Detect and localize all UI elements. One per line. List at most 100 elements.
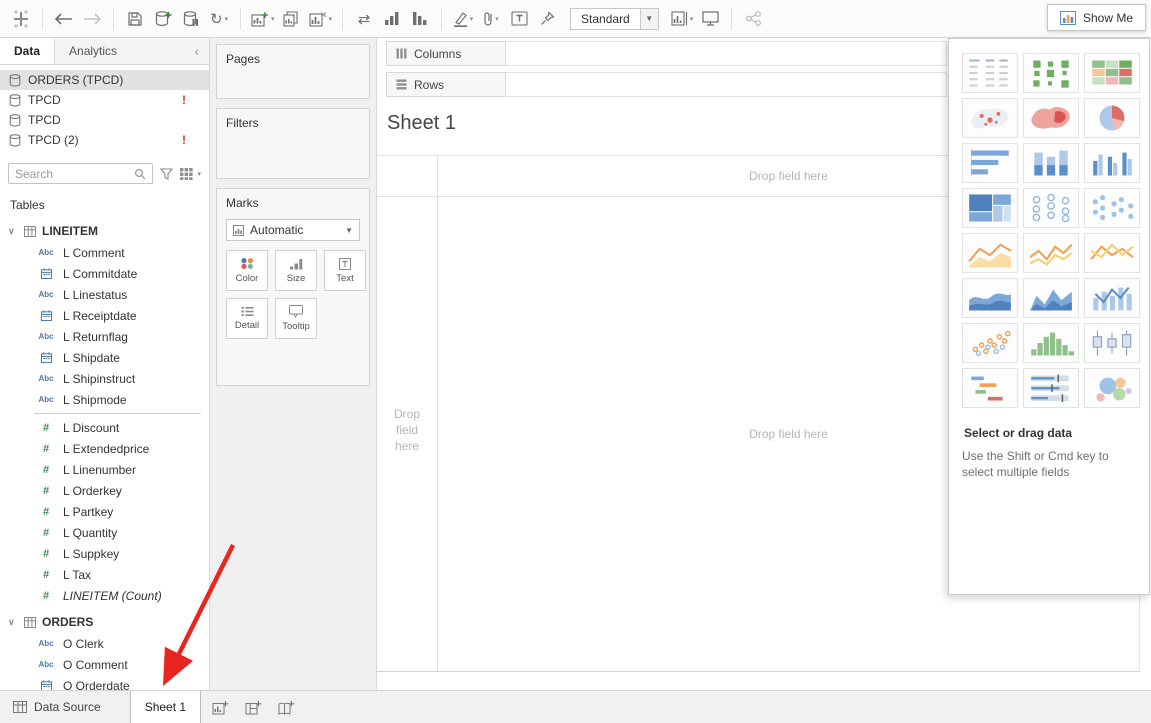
- date-field-icon: [34, 680, 58, 690]
- redo-button[interactable]: [79, 6, 105, 32]
- field-item[interactable]: O Orderdate: [0, 675, 209, 690]
- show-me-symbol-map[interactable]: [962, 98, 1018, 138]
- field-item[interactable]: AbcL Shipinstruct: [0, 368, 209, 389]
- show-me-pie-chart[interactable]: [1084, 98, 1140, 138]
- group-members-button[interactable]: ▾: [478, 6, 504, 32]
- show-me-packed-bubbles[interactable]: [1084, 368, 1140, 408]
- show-me-lines-continuous[interactable]: [962, 233, 1018, 273]
- field-item[interactable]: #L Quantity: [0, 522, 209, 543]
- data-source-item[interactable]: ORDERS (TPCD): [0, 70, 209, 90]
- sheet-tab[interactable]: Sheet 1: [130, 691, 201, 723]
- marks-buttons: ColorSizeText DetailTooltip: [226, 250, 368, 339]
- share-button[interactable]: [740, 6, 766, 32]
- show-mark-labels-button[interactable]: [506, 6, 532, 32]
- fit-selector[interactable]: Standard ▼: [570, 8, 659, 30]
- data-source-item[interactable]: TPCD: [0, 110, 209, 130]
- mark-type-dropdown[interactable]: Automatic ▼: [226, 219, 360, 241]
- data-source-item[interactable]: TPCD (2)!: [0, 130, 209, 150]
- duplicate-button[interactable]: [279, 6, 305, 32]
- filters-card[interactable]: Filters: [216, 108, 370, 179]
- field-label: O Comment: [63, 658, 128, 672]
- show-me-text-table[interactable]: [962, 53, 1018, 93]
- show-me-horizontal-bars[interactable]: [962, 143, 1018, 183]
- fix-axes-button[interactable]: [534, 6, 560, 32]
- field-item[interactable]: AbcO Clerk: [0, 633, 209, 654]
- mark-size-button[interactable]: Size: [275, 250, 317, 291]
- data-source-list: ORDERS (TPCD)TPCD!TPCDTPCD (2)!: [0, 65, 209, 158]
- run-auto-updates-button[interactable]: ↻▾: [206, 6, 232, 32]
- show-me-stacked-bars[interactable]: [1023, 143, 1079, 183]
- show-me-side-by-side-circles[interactable]: [1084, 188, 1140, 228]
- field-item[interactable]: #L Tax: [0, 564, 209, 585]
- columns-shelf-area[interactable]: [506, 41, 947, 66]
- field-item[interactable]: L Shipdate: [0, 347, 209, 368]
- mark-color-button[interactable]: Color: [226, 250, 268, 291]
- show-me-treemap[interactable]: [962, 188, 1018, 228]
- pages-card[interactable]: Pages: [216, 44, 370, 99]
- show-me-gantt[interactable]: [962, 368, 1018, 408]
- tab-data[interactable]: Data: [0, 38, 55, 64]
- data-source-tab[interactable]: Data Source: [0, 691, 114, 723]
- collapse-pane-icon[interactable]: ‹: [184, 38, 209, 64]
- field-item[interactable]: L Receiptdate: [0, 305, 209, 326]
- new-worksheet-button[interactable]: ▾: [249, 6, 277, 32]
- new-dashboard-tab-button[interactable]: [239, 691, 267, 723]
- mark-text-button[interactable]: Text: [324, 250, 366, 291]
- field-item[interactable]: #L Linenumber: [0, 459, 209, 480]
- filter-fields-icon[interactable]: [160, 168, 173, 180]
- show-hide-cards-button[interactable]: ▾: [669, 6, 696, 32]
- save-button[interactable]: [122, 6, 148, 32]
- show-me-area-discrete[interactable]: [1023, 278, 1079, 318]
- field-item[interactable]: AbcL Shipmode: [0, 389, 209, 410]
- field-item[interactable]: #LINEITEM (Count): [0, 585, 209, 606]
- search-box[interactable]: [8, 163, 153, 184]
- rows-shelf-area[interactable]: [506, 72, 947, 97]
- search-input[interactable]: [15, 167, 130, 181]
- chevron-down-icon: ▾: [470, 15, 474, 23]
- show-me-dual-combination[interactable]: [1084, 278, 1140, 318]
- show-me-filled-map[interactable]: [1023, 98, 1079, 138]
- new-worksheet-tab-button[interactable]: [206, 691, 234, 723]
- show-me-circle-views[interactable]: [1023, 188, 1079, 228]
- show-me-highlight-table[interactable]: [1084, 53, 1140, 93]
- show-me-dual-lines[interactable]: [1084, 233, 1140, 273]
- sort-descending-button[interactable]: [407, 6, 433, 32]
- field-item[interactable]: AbcL Returnflag: [0, 326, 209, 347]
- view-options-icon[interactable]: ▾: [180, 168, 201, 180]
- show-me-box-and-whisker[interactable]: [1084, 323, 1140, 363]
- field-item[interactable]: #L Suppkey: [0, 543, 209, 564]
- data-source-item[interactable]: TPCD!: [0, 90, 209, 110]
- field-item[interactable]: L Commitdate: [0, 263, 209, 284]
- show-me-side-by-side-bars[interactable]: [1084, 143, 1140, 183]
- sort-ascending-button[interactable]: [379, 6, 405, 32]
- swap-rows-columns-button[interactable]: ⇄: [351, 6, 377, 32]
- number-field-icon: #: [34, 485, 58, 497]
- presentation-mode-button[interactable]: [697, 6, 723, 32]
- field-item[interactable]: AbcL Comment: [0, 242, 209, 263]
- field-item[interactable]: #L Extendedprice: [0, 438, 209, 459]
- field-item[interactable]: AbcO Comment: [0, 654, 209, 675]
- show-me-button[interactable]: Show Me: [1047, 4, 1146, 31]
- table-header[interactable]: ∨LINEITEM: [0, 220, 209, 242]
- field-item[interactable]: #L Partkey: [0, 501, 209, 522]
- pause-auto-updates-button[interactable]: [178, 6, 204, 32]
- highlight-button[interactable]: ▾: [450, 6, 476, 32]
- show-me-lines-discrete[interactable]: [1023, 233, 1079, 273]
- undo-button[interactable]: [51, 6, 77, 32]
- show-me-histogram[interactable]: [1023, 323, 1079, 363]
- show-me-bullet-graph[interactable]: [1023, 368, 1079, 408]
- clear-sheet-button[interactable]: ▾: [307, 6, 335, 32]
- show-me-heat-map[interactable]: [1023, 53, 1079, 93]
- tab-analytics[interactable]: Analytics: [55, 38, 131, 64]
- field-item[interactable]: AbcL Linestatus: [0, 284, 209, 305]
- show-me-scatter-plot[interactable]: [962, 323, 1018, 363]
- new-story-tab-button[interactable]: [272, 691, 300, 723]
- mark-tooltip-button[interactable]: Tooltip: [275, 298, 317, 339]
- field-item[interactable]: #L Orderkey: [0, 480, 209, 501]
- new-data-source-button[interactable]: [150, 6, 176, 32]
- show-me-area-continuous[interactable]: [962, 278, 1018, 318]
- field-item[interactable]: #L Discount: [0, 417, 209, 438]
- drop-zone-rows[interactable]: Drop field here: [377, 406, 437, 454]
- table-header[interactable]: ∨ORDERS: [0, 611, 209, 633]
- mark-detail-button[interactable]: Detail: [226, 298, 268, 339]
